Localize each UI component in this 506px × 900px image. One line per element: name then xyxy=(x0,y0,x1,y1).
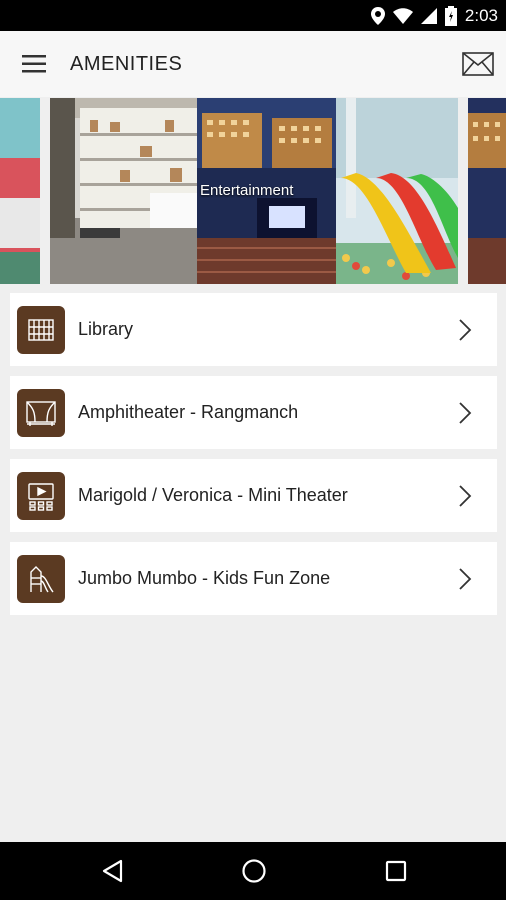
carousel-slide-next[interactable] xyxy=(468,98,506,284)
list-item-library[interactable]: Library xyxy=(10,293,497,366)
home-button[interactable] xyxy=(239,856,269,886)
amenities-list: Library Amphitheater - Rangmanch Marigol… xyxy=(10,293,497,625)
list-item-mini-theater[interactable]: Marigold / Veronica - Mini Theater xyxy=(10,459,497,532)
back-triangle-icon xyxy=(102,859,123,883)
recents-button[interactable] xyxy=(381,856,411,886)
chevron-right-icon xyxy=(459,318,472,341)
app-bar: AMENITIES xyxy=(0,31,506,97)
theater-stage-icon xyxy=(17,388,65,437)
chevron-right-icon xyxy=(459,484,472,507)
library-icon xyxy=(17,305,65,354)
carousel-caption: Entertainment xyxy=(200,182,294,199)
list-item-label: Jumbo Mumbo - Kids Fun Zone xyxy=(78,568,331,588)
chevron-right-icon xyxy=(459,401,472,424)
signal-icon xyxy=(420,8,437,24)
battery-icon xyxy=(444,6,457,26)
carousel-slide-sports[interactable] xyxy=(0,98,40,284)
wifi-icon xyxy=(392,8,413,24)
carousel-slide-library[interactable] xyxy=(50,98,197,284)
list-item-amphitheater[interactable]: Amphitheater - Rangmanch xyxy=(10,376,497,449)
status-time: 2:03 xyxy=(464,6,498,25)
mail-button[interactable] xyxy=(460,48,496,80)
list-item-label: Amphitheater - Rangmanch xyxy=(78,402,299,422)
list-item-label: Marigold / Veronica - Mini Theater xyxy=(78,485,348,505)
home-circle-icon xyxy=(242,859,266,883)
slide-playground-icon xyxy=(17,554,65,603)
location-icon xyxy=(370,7,385,25)
menu-button[interactable] xyxy=(16,48,52,80)
page-title: AMENITIES xyxy=(70,53,183,75)
recents-square-icon xyxy=(385,860,407,882)
list-item-label: Library xyxy=(78,319,134,339)
back-button[interactable] xyxy=(97,856,127,886)
navigation-bar xyxy=(0,842,506,900)
hamburger-icon xyxy=(22,55,46,73)
list-item-kids-zone[interactable]: Jumbo Mumbo - Kids Fun Zone xyxy=(10,542,497,615)
carousel-slide-kids-zone[interactable] xyxy=(336,98,458,284)
mail-icon xyxy=(462,52,494,76)
chevron-right-icon xyxy=(459,567,472,590)
amenities-carousel[interactable]: Entertainment xyxy=(0,98,506,284)
mini-theater-icon xyxy=(17,471,65,520)
status-bar: 2:03 xyxy=(0,0,506,31)
